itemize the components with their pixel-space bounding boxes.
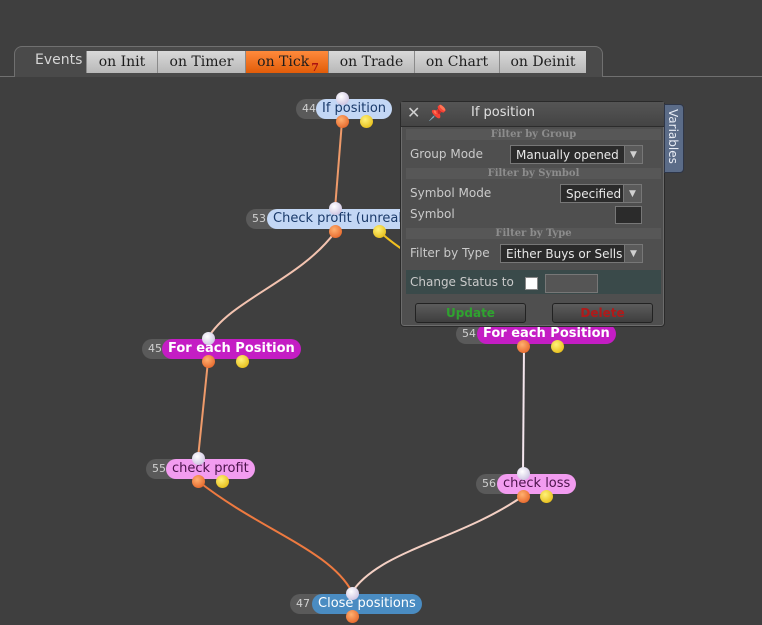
symbol-mode-label: Symbol Mode <box>410 186 492 200</box>
node-input-pin[interactable] <box>336 92 349 105</box>
node-output-pin[interactable] <box>517 340 530 353</box>
change-status-checkbox[interactable] <box>525 277 538 290</box>
wire-45-55 <box>197 360 209 459</box>
group-mode-select[interactable]: Manually opened ▼ <box>510 145 643 164</box>
wire-55-47 <box>197 480 353 593</box>
variables-tab[interactable]: Variables <box>664 104 684 173</box>
chevron-down-icon: ▼ <box>624 146 642 163</box>
node-label: check loss <box>497 474 577 494</box>
section-filter-by-symbol: Filter by Symbol <box>406 168 661 179</box>
filter-by-type-value: Either Buys or Sells <box>506 247 623 261</box>
node-output-pin[interactable] <box>192 475 205 488</box>
update-label: Update <box>446 306 495 320</box>
group-mode-label: Group Mode <box>410 147 484 161</box>
symbol-input[interactable] <box>615 206 642 224</box>
wire-53-45 <box>207 231 336 339</box>
if-position-panel: ✕ 📌 If position Filter by Group Group Mo… <box>400 101 665 327</box>
section-filter-by-type: Filter by Type <box>406 228 661 239</box>
chevron-down-icon: ▼ <box>624 245 642 262</box>
filter-by-type-select[interactable]: Either Buys or Sells ▼ <box>500 244 643 263</box>
node-alt-output-pin[interactable] <box>360 115 373 128</box>
section-filter-by-group: Filter by Group <box>406 129 661 140</box>
update-button[interactable]: Update <box>415 303 526 323</box>
close-icon[interactable]: ✕ <box>407 105 420 121</box>
node-alt-output-pin[interactable] <box>551 340 564 353</box>
wire-56-47 <box>351 495 524 593</box>
node-output-pin[interactable] <box>346 610 359 623</box>
node-label: For each Position <box>162 339 301 359</box>
node-input-pin[interactable] <box>346 587 359 600</box>
node-input-pin[interactable] <box>202 332 215 345</box>
panel-header: ✕ 📌 If position <box>401 102 664 127</box>
node-alt-output-pin[interactable] <box>540 490 553 503</box>
node-alt-output-pin[interactable] <box>236 355 249 368</box>
node-alt-output-pin[interactable] <box>216 475 229 488</box>
node-label: If position <box>316 99 393 119</box>
filter-by-type-label: Filter by Type <box>410 246 490 260</box>
node-input-pin[interactable] <box>517 467 530 480</box>
pin-icon[interactable]: 📌 <box>428 104 447 122</box>
delete-label: Delete <box>580 306 625 320</box>
node-label: Check profit (unrealiz <box>267 209 419 229</box>
node-label: Close positions <box>312 594 422 614</box>
delete-button[interactable]: Delete <box>552 303 653 323</box>
group-mode-value: Manually opened <box>516 148 619 162</box>
node-output-pin[interactable] <box>329 225 342 238</box>
node-output-pin[interactable] <box>202 355 215 368</box>
node-output-pin[interactable] <box>517 490 530 503</box>
change-status-input[interactable] <box>545 274 598 293</box>
node-label: check profit <box>166 459 255 479</box>
node-alt-output-pin[interactable] <box>373 225 386 238</box>
symbol-mode-select[interactable]: Specified ▼ <box>560 184 642 203</box>
panel-title: If position <box>471 105 536 120</box>
symbol-label: Symbol <box>410 207 455 221</box>
variables-tab-label: Variables <box>666 109 680 164</box>
wire-54-56 <box>522 345 525 474</box>
symbol-mode-value: Specified <box>566 187 622 201</box>
node-label: For each Position <box>477 324 616 344</box>
node-input-pin[interactable] <box>192 452 205 465</box>
wire-44-53 <box>334 120 343 210</box>
node-input-pin[interactable] <box>329 202 342 215</box>
chevron-down-icon: ▼ <box>623 185 641 202</box>
change-status-label: Change Status to <box>410 275 514 289</box>
node-output-pin[interactable] <box>336 115 349 128</box>
